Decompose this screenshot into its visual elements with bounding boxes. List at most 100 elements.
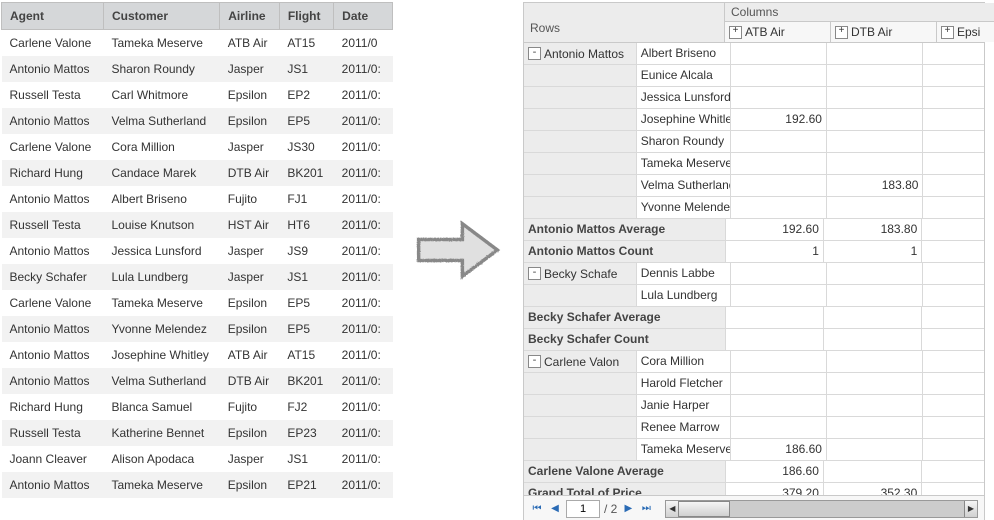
pivot-value-cell: 379.20 [726,483,824,495]
pivot-row[interactable]: - Carlene ValonCora Million [524,351,984,373]
pivot-column-label: ATB Air [745,25,785,39]
table-row[interactable]: Russell TestaCarl WhitmoreEpsilonEP22011… [2,82,393,108]
table-row[interactable]: Becky SchaferLula LundbergJasperJS12011/… [2,264,393,290]
prev-page-button[interactable]: ◀ [548,502,562,516]
pivot-row[interactable]: Tameka Meserve [524,153,984,175]
collapse-icon[interactable]: - [528,267,541,280]
pivot-value-cell [922,219,984,240]
page-input[interactable] [566,500,600,518]
table-cell: EP23 [279,420,333,446]
pivot-column-header[interactable]: + Epsi [937,21,994,42]
table-row[interactable]: Richard HungBlanca SamuelFujitoFJ22011/0… [2,394,393,420]
table-row[interactable]: Antonio MattosYvonne MelendezEpsilonEP52… [2,316,393,342]
columns-axis-label: Columns [725,3,994,21]
pivot-row[interactable]: Janie Harper [524,395,984,417]
table-cell: JS30 [279,134,333,160]
pivot-value-cell [731,175,827,196]
pivot-row-group[interactable]: - Carlene Valon [524,351,637,372]
table-cell: Velma Sutherland [104,108,220,134]
transform-arrow [393,0,523,500]
pivot-row-group [524,175,637,196]
table-row[interactable]: Antonio MattosVelma SutherlandEpsilonEP5… [2,108,393,134]
table-cell: Jasper [220,56,280,82]
table-cell: Josephine Whitley [104,342,220,368]
pivot-row[interactable]: Tameka Meserve186.60 [524,439,984,461]
pivot-group-label: Antonio Mattos [544,47,624,61]
pivot-value-cell [923,351,984,372]
table-cell: DTB Air [220,368,280,394]
pivot-row-group[interactable]: - Antonio Mattos [524,43,637,64]
pivot-value-cell [731,65,827,86]
pivot-value-cell [827,263,923,284]
table-cell: Lula Lundberg [104,264,220,290]
pivot-row[interactable]: Lula Lundberg [524,285,984,307]
table-cell: DTB Air [220,160,280,186]
scroll-thumb[interactable] [678,501,730,517]
pivot-row-label: Velma Sutherland [637,175,731,196]
column-header[interactable]: Date [334,3,393,30]
table-row[interactable]: Antonio MattosVelma SutherlandDTB AirBK2… [2,368,393,394]
pivot-row[interactable]: Yvonne Melendez [524,197,984,219]
pivot-row[interactable]: - Becky SchafeDennis Labbe [524,263,984,285]
pivot-row[interactable]: Velma Sutherland183.80 [524,175,984,197]
table-cell: JS9 [279,238,333,264]
table-row[interactable]: Antonio MattosJosephine WhitleyATB AirAT… [2,342,393,368]
expand-icon[interactable]: + [835,26,848,39]
table-cell: Epsilon [220,290,280,316]
table-row[interactable]: Antonio MattosTameka MeserveEpsilonEP212… [2,472,393,498]
pivot-row[interactable]: Renee Marrow [524,417,984,439]
pivot-value-cell [731,351,827,372]
pivot-value-cell [827,153,923,174]
column-header[interactable]: Agent [2,3,104,30]
pivot-value-cell [731,373,827,394]
column-header[interactable]: Flight [279,3,333,30]
table-cell: 2011/0: [334,212,393,238]
table-cell: 2011/0: [334,290,393,316]
next-page-button[interactable]: ▶ [621,502,635,516]
pivot-row[interactable]: - Antonio MattosAlbert Briseno [524,43,984,65]
expand-icon[interactable]: + [941,26,954,39]
expand-icon[interactable]: + [729,26,742,39]
first-page-button[interactable]: ⏮ [530,502,544,516]
scroll-right-button[interactable]: ▶ [964,501,977,517]
pivot-value-cell [731,263,827,284]
column-header[interactable]: Customer [104,3,220,30]
table-row[interactable]: Antonio MattosSharon RoundyJasperJS12011… [2,56,393,82]
pivot-row[interactable]: Josephine Whitle192.60 [524,109,984,131]
pivot-column-header[interactable]: + DTB Air [831,21,937,42]
collapse-icon[interactable]: - [528,47,541,60]
table-row[interactable]: Carlene ValoneTameka MeserveEpsilonEP520… [2,290,393,316]
pivot-row[interactable]: Harold Fletcher [524,373,984,395]
pivot-row[interactable]: Eunice Alcala [524,65,984,87]
pivot-row-label: Cora Million [637,351,731,372]
table-row[interactable]: Carlene ValoneTameka MeserveATB AirAT152… [2,30,393,57]
pivot-value-cell: 192.60 [726,219,824,240]
pivot-row[interactable]: Sharon Roundy [524,131,984,153]
pivot-value-cell [923,153,984,174]
pivot-value-cell [731,131,827,152]
pivot-row-group [524,417,637,438]
pivot-group-label: Carlene Valon [544,355,619,369]
table-row[interactable]: Russell TestaLouise KnutsonHST AirHT6201… [2,212,393,238]
table-cell: 2011/0: [334,420,393,446]
pivot-value-cell [827,439,923,460]
table-row[interactable]: Carlene ValoneCora MillionJasperJS302011… [2,134,393,160]
pivot-summary-row: Antonio Mattos Average192.60183.80 [524,219,984,241]
pivot-column-header[interactable]: + ATB Air [725,21,831,42]
pivot-value-cell [922,461,984,482]
pivot-row-label: Janie Harper [637,395,731,416]
column-header[interactable]: Airline [220,3,280,30]
pivot-row-group[interactable]: - Becky Schafe [524,263,637,284]
pivot-row-label: Lula Lundberg [637,285,731,306]
table-row[interactable]: Antonio MattosAlbert BrisenoFujitoFJ1201… [2,186,393,212]
collapse-icon[interactable]: - [528,355,541,368]
pivot-value-cell [827,87,923,108]
pivot-row[interactable]: Jessica Lunsford [524,87,984,109]
last-page-button[interactable]: ⏭ [639,502,653,516]
table-row[interactable]: Antonio MattosJessica LunsfordJasperJS92… [2,238,393,264]
horizontal-scrollbar[interactable]: ◀ ▶ [665,500,978,518]
table-row[interactable]: Joann CleaverAlison ApodacaJasperJS12011… [2,446,393,472]
table-row[interactable]: Russell TestaKatherine BennetEpsilonEP23… [2,420,393,446]
table-row[interactable]: Richard HungCandace MarekDTB AirBK201201… [2,160,393,186]
pivot-row-label: Yvonne Melendez [637,197,731,218]
